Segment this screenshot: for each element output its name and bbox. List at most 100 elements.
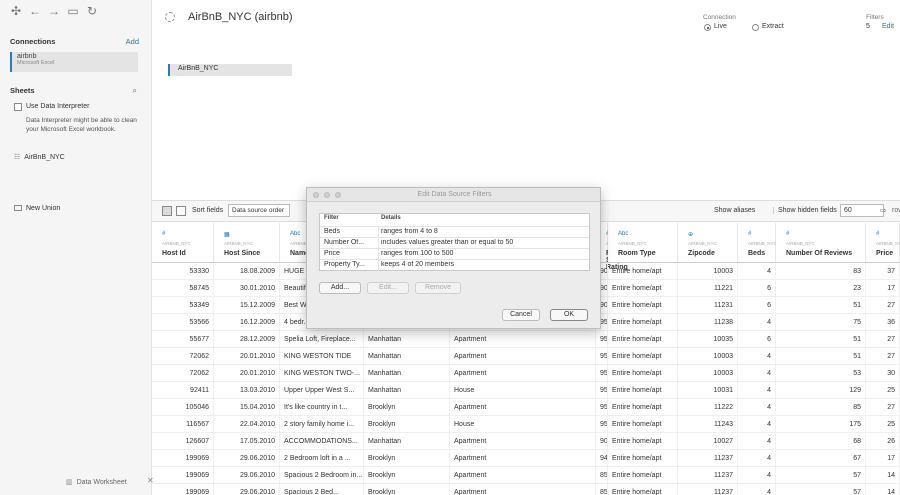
- filter-row[interactable]: Number Of... includes values greater than…: [320, 237, 589, 249]
- table-cell: 11231: [678, 297, 738, 314]
- rows-count-input[interactable]: 60: [840, 204, 884, 217]
- table-cell: Brooklyn: [364, 399, 450, 416]
- table-cell: 57: [776, 467, 866, 484]
- filter-row[interactable]: Price ranges from 100 to 500: [320, 248, 589, 260]
- dialog-title-bar: Edit Data Source Filters: [307, 188, 600, 202]
- table-row: 92411 13.03.2010 Upper Upper West S... Manh…: [152, 382, 900, 399]
- table-row: 72062 20.01.2010 KING WESTON TIDE Manhattan…: [152, 348, 900, 365]
- add-filter-button[interactable]: Add...: [319, 282, 361, 294]
- table-cell: 11221: [678, 280, 738, 297]
- filter-row[interactable]: Property Ty... keeps 4 of 20 members: [320, 259, 589, 271]
- field-type-icon[interactable]: #: [786, 231, 789, 237]
- table-cell: 25: [866, 382, 900, 399]
- sheets-heading: Sheets: [10, 86, 35, 95]
- table-cell: 36: [866, 314, 900, 331]
- dialog-title: Edit Data Source Filters: [417, 191, 492, 198]
- column-name: Zipcode: [688, 250, 715, 257]
- forward-icon[interactable]: →: [48, 4, 60, 18]
- table-cell: Spelia Loft, Fireplace...: [280, 331, 364, 348]
- data-worksheet-tab[interactable]: ▥ Data Worksheet: [66, 478, 127, 486]
- table-cell: 85: [776, 399, 866, 416]
- data-source-title[interactable]: AirBnB_NYC (airbnb): [188, 11, 293, 23]
- filters-edit-link[interactable]: Edit: [882, 23, 894, 30]
- grid-view-icon[interactable]: [162, 206, 172, 216]
- connection-item[interactable]: airbnb Microsoft Excel: [10, 52, 138, 72]
- column-source: AIRBNB_NYC: [786, 241, 815, 246]
- column-header[interactable]: # AIRBNB_NYC Price: [866, 223, 900, 263]
- union-icon: [14, 205, 22, 211]
- table-cell: 75: [776, 314, 866, 331]
- ok-button[interactable]: OK: [550, 309, 588, 321]
- field-type-icon[interactable]: #: [876, 231, 879, 237]
- tableau-logo-icon[interactable]: ✣: [10, 4, 22, 18]
- column-header[interactable]: Abc AIRBNB_NYC Room Type: [608, 223, 678, 263]
- table-cell: 15.12.2009: [214, 297, 280, 314]
- table-cell: 126607: [152, 433, 214, 450]
- column-source: AIRBNB_NYC: [748, 241, 777, 246]
- field-type-icon[interactable]: #: [162, 231, 165, 237]
- rows-arrow-icon[interactable]: ⇨: [880, 206, 887, 215]
- filter-row[interactable]: Beds ranges from 4 to 8: [320, 226, 589, 238]
- table-cell: 95: [596, 399, 608, 416]
- table-cell: 94: [596, 450, 608, 467]
- cancel-button[interactable]: Cancel: [502, 309, 540, 321]
- column-name: Host Since: [224, 250, 261, 257]
- table-cell: 4: [738, 348, 776, 365]
- table-cell: 2 Bedroom loft in a ...: [280, 450, 364, 467]
- field-type-icon[interactable]: Abc: [618, 231, 628, 237]
- column-header[interactable]: ▦ AIRBNB_NYC Host Since: [214, 223, 280, 263]
- table-cell: Apartment: [450, 331, 596, 348]
- table-cell: 53: [776, 365, 866, 382]
- sort-fields-select[interactable]: Data source order: [228, 204, 290, 217]
- show-hidden-fields-toggle[interactable]: Show hidden fields: [773, 207, 837, 214]
- field-type-icon[interactable]: ⊕: [688, 231, 693, 238]
- filter-name: Price: [324, 250, 340, 257]
- data-source-icon: [165, 12, 175, 22]
- table-cell: Manhattan: [364, 382, 450, 399]
- column-name: Host Id: [162, 250, 186, 257]
- table-cell: 92411: [152, 382, 214, 399]
- table-cell: 10003: [678, 348, 738, 365]
- sheet-item-airbnb-nyc[interactable]: ☷ AirBnB_NYC: [14, 153, 65, 161]
- table-cell: Entire home/apt: [608, 263, 678, 280]
- list-view-icon[interactable]: [176, 206, 186, 216]
- table-cell: 14: [866, 484, 900, 495]
- extract-radio[interactable]: [752, 24, 759, 31]
- table-cell: 199069: [152, 484, 214, 495]
- column-source: AIRBNB_NYC: [876, 241, 900, 246]
- refresh-icon[interactable]: ↻: [86, 4, 98, 18]
- live-radio[interactable]: [704, 24, 711, 31]
- table-cell: 175: [776, 416, 866, 433]
- table-cell: 27: [866, 331, 900, 348]
- table-cell: 4: [738, 399, 776, 416]
- table-cell: 26: [866, 433, 900, 450]
- table-cell: 22.04.2010: [214, 416, 280, 433]
- table-cell: Brooklyn: [364, 450, 450, 467]
- field-type-icon[interactable]: #: [748, 231, 751, 237]
- column-header[interactable]: ⊕ AIRBNB_NYC Zipcode: [678, 223, 738, 263]
- canvas-table-airbnb-nyc[interactable]: AirBnB_NYC: [168, 64, 292, 76]
- add-connection-link[interactable]: Add: [126, 37, 139, 46]
- data-interpreter-checkbox[interactable]: [14, 103, 22, 111]
- table-cell: Entire home/apt: [608, 365, 678, 382]
- show-aliases-toggle[interactable]: Show aliases: [714, 207, 755, 214]
- field-type-icon[interactable]: Abc: [290, 231, 300, 237]
- edit-filter-button[interactable]: Edit...: [367, 282, 409, 294]
- table-cell: 4: [738, 484, 776, 495]
- column-header[interactable]: # AIRBNB_NYC Host Id: [152, 223, 214, 263]
- new-union-item[interactable]: New Union: [14, 205, 60, 212]
- save-icon[interactable]: ▭: [67, 4, 79, 18]
- table-cell: Entire home/apt: [608, 450, 678, 467]
- back-icon[interactable]: ←: [29, 4, 41, 18]
- column-name: Room Type: [618, 250, 656, 257]
- search-icon[interactable]: ⌕: [133, 86, 137, 96]
- remove-filter-button[interactable]: Remove: [415, 282, 461, 294]
- column-header[interactable]: # AIRBNB_NYC Beds: [738, 223, 777, 263]
- new-union-label: New Union: [26, 205, 61, 212]
- table-cell: 11237: [678, 467, 738, 484]
- table-cell: 20.01.2010: [214, 365, 280, 382]
- field-type-icon[interactable]: ▦: [224, 231, 230, 238]
- table-cell: 4: [738, 314, 776, 331]
- table-cell: 85: [596, 484, 608, 495]
- column-header[interactable]: # AIRBNB_NYC Number Of Reviews: [776, 223, 866, 263]
